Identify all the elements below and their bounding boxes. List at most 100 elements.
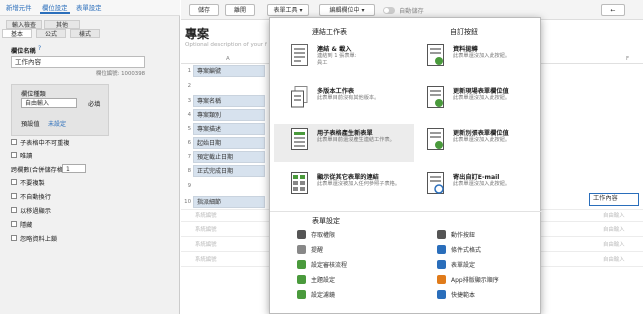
menu-approval-flow[interactable]: 設定審核流程	[297, 259, 397, 271]
no-copy-label: 不要複製	[20, 180, 45, 187]
menu-multi-version[interactable]: 多版本工作表 此表單目前沒有其他版本。	[274, 82, 404, 120]
save-button[interactable]: 儲存	[189, 4, 219, 16]
reference-links-icon	[291, 172, 308, 194]
menu-item-title: 更新現場表單欄位值	[453, 88, 509, 95]
subtab-formula[interactable]: 公式	[36, 29, 66, 38]
field-type-label: 欄位種類	[21, 91, 46, 98]
menu-setting-label: 提醒	[311, 247, 324, 254]
menu-desc-line: 員工	[317, 60, 328, 66]
input-cell[interactable]: 自由輸入	[603, 225, 625, 233]
autosave-label: 自動儲存	[399, 8, 424, 15]
menu-update-current[interactable]: 更新現場表單欄位值 此表單還沒加入此按鈕。	[410, 82, 540, 120]
app-layout-icon	[437, 275, 446, 284]
selected-cell[interactable]: 工作內容	[589, 193, 639, 206]
menu-desc-line: 連結到 1 張表單:	[317, 53, 357, 59]
menu-reminder[interactable]: 提醒	[297, 244, 397, 256]
input-cell[interactable]: 自由輸入	[603, 255, 625, 263]
no-wrap-checkbox[interactable]	[11, 193, 17, 199]
top-nav: 新增元件 欄位設定 表單設定	[0, 0, 180, 16]
row-label-project-type[interactable]: 專案類別	[193, 109, 265, 121]
menu-item-desc: 此表單還沒被加入任何參照子表格。	[317, 181, 401, 187]
subtab-basic[interactable]: 基本	[2, 29, 32, 38]
form-subtitle[interactable]: Optional description of your f	[185, 42, 267, 48]
hover-display-label: 以移過顯示	[20, 208, 51, 215]
menu-item-desc: 連結到 1 張表單: 員工	[317, 53, 356, 67]
close-button[interactable]: 離開	[225, 4, 255, 16]
tab-add-component[interactable]: 新增元件	[4, 2, 34, 14]
menu-access-permission[interactable]: 存取權限	[297, 229, 397, 241]
field-name-input[interactable]: 工作內容	[11, 56, 145, 68]
hidden-checkbox[interactable]	[11, 221, 17, 227]
linked-sheets-header: 連結工作表	[312, 28, 347, 36]
tab-form-settings[interactable]: 表單設定	[74, 2, 104, 14]
subtab-input-check[interactable]: 輸入檢查	[6, 20, 42, 29]
subtab-other[interactable]: 其他	[44, 20, 80, 29]
menu-item-title: 寄出自訂E-mail	[453, 174, 500, 181]
form-title[interactable]: 專案	[185, 25, 209, 42]
form-tools-menu: 連結工作表 自訂按鈕 連結 & 載入 連結到 1 張表單: 員工 多版本工作表 此…	[269, 17, 542, 314]
row-number: 7	[187, 154, 191, 160]
menu-show-links[interactable]: 顯示從其它表單的連結 此表單還沒被加入任何參照子表格。	[274, 168, 404, 206]
hover-display-checkbox[interactable]	[11, 207, 17, 213]
menu-action-button[interactable]: 動作按鈕	[437, 229, 537, 241]
lightning-icon	[437, 230, 446, 239]
autosave-toggle[interactable]	[383, 7, 395, 14]
menu-filter[interactable]: 設定濾鏡	[297, 289, 397, 301]
field-settings-panel: 輸入檢查 其他 基本 公式 樣式 欄位名稱 ? 工作內容 欄位編號: 10003…	[0, 16, 180, 314]
field-type-value: 自由輸入	[25, 100, 50, 107]
edit-fields-button[interactable]: 編輯欄位中 ▾	[319, 4, 375, 16]
form-tools-button[interactable]: 表單工具 ▾	[267, 4, 309, 16]
menu-setting-label: 快捷範本	[451, 292, 476, 299]
bell-icon	[297, 245, 306, 254]
back-button[interactable]: ←	[601, 4, 625, 16]
menu-conditional-format[interactable]: 條件式格式	[437, 244, 537, 256]
no-copy-checkbox[interactable]	[11, 179, 17, 185]
colspan-select[interactable]: 1	[62, 164, 86, 173]
field-type-box: 欄位種類 自由輸入 必填 預設值 未設定	[11, 84, 109, 136]
row-number: 10	[184, 199, 191, 205]
row-label-assign-detail[interactable]: 指派細節	[193, 196, 265, 208]
menu-item-desc: 此表單還沒加入此按鈕。	[453, 95, 511, 101]
menu-quick-template[interactable]: 快捷範本	[437, 289, 537, 301]
menu-item-title: 連結 & 載入	[317, 46, 352, 53]
linked-sheet-icon	[291, 44, 308, 66]
row-label-finish-date[interactable]: 正式完成日期	[193, 165, 265, 177]
unique-checkbox[interactable]	[11, 139, 17, 145]
menu-update-other[interactable]: 更新別張表單欄位值 此表單還沒加入此按鈕。	[410, 124, 540, 162]
menu-subtable-new-form[interactable]: 用子表格產生新表單 此表單目前還沒產生連結工作表。	[274, 124, 414, 162]
readonly-checkbox[interactable]	[11, 152, 17, 158]
menu-app-layout[interactable]: App排版顯示順序	[437, 274, 537, 286]
row-label-start-date[interactable]: 起始日期	[193, 137, 265, 149]
unique-label: 子表格中不可重複	[20, 140, 70, 147]
row-number: 9	[187, 183, 191, 189]
menu-link-load[interactable]: 連結 & 載入 連結到 1 張表單: 員工	[274, 40, 404, 78]
default-value-link[interactable]: 未設定	[48, 119, 66, 128]
required-label: 必填	[88, 101, 101, 108]
row-label-project-desc[interactable]: 專案描述	[193, 123, 265, 135]
readonly-label: 唯讀	[20, 153, 33, 160]
menu-item-desc: 此表單還沒加入此按鈕。	[453, 53, 511, 59]
row-number: 5	[187, 126, 191, 132]
ignore-lock-label: 忽略資料上鎖	[20, 236, 58, 243]
subtab-style[interactable]: 樣式	[70, 29, 100, 38]
field-type-select[interactable]: 自由輸入	[21, 98, 77, 108]
menu-data-transfer[interactable]: 資料拋轉 此表單還沒加入此按鈕。	[410, 40, 540, 78]
workflow-icon	[297, 260, 306, 269]
row-label-due-date[interactable]: 預定截止日期	[193, 151, 265, 163]
row-label-project-id[interactable]: 專案編號	[193, 65, 265, 77]
row-number: 6	[187, 140, 191, 146]
menu-form-settings[interactable]: 表單設定	[437, 259, 537, 271]
tab-field-settings[interactable]: 欄位設定	[40, 2, 70, 14]
row-label-project-name[interactable]: 專案名稱	[193, 95, 265, 107]
row-number: 2	[187, 83, 191, 89]
input-cell[interactable]: 自由輸入	[603, 211, 625, 219]
data-transfer-icon	[427, 44, 444, 66]
column-header-a: A	[226, 56, 230, 62]
menu-send-email[interactable]: 寄出自訂E-mail 此表單還沒加入此按鈕。	[410, 168, 540, 206]
input-cell[interactable]: 自由輸入	[603, 240, 625, 248]
menu-setting-label: 主題設定	[311, 277, 336, 284]
menu-item-title: 更新別張表單欄位值	[453, 130, 509, 137]
help-icon[interactable]: ?	[38, 45, 41, 52]
menu-theme[interactable]: 主題設定	[297, 274, 397, 286]
ignore-lock-checkbox[interactable]	[11, 235, 17, 241]
